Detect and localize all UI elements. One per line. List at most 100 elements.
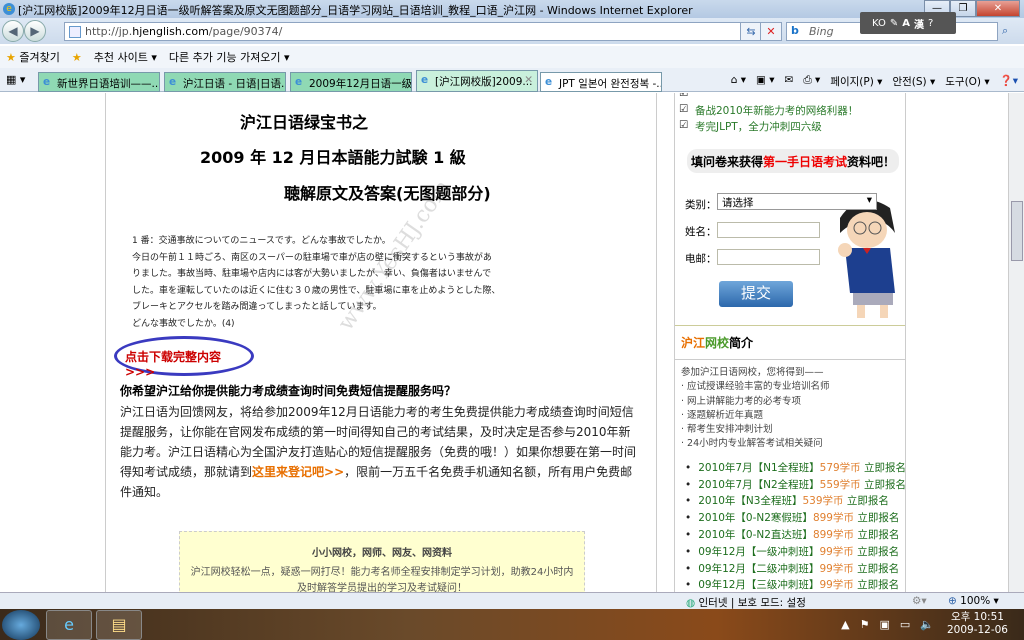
search-icon[interactable]: ⌕	[1002, 24, 1008, 38]
help-icon[interactable]: ?	[928, 18, 933, 29]
enroll-link[interactable]: 立即报名	[847, 495, 889, 507]
tab[interactable]: e 2009年12月日语一级...	[290, 72, 412, 92]
bing-icon: b	[791, 24, 799, 37]
email-label: 电邮：	[685, 253, 717, 265]
get-addons[interactable]: 다른 추가 기능 가져오기 ▾	[169, 49, 290, 65]
page-icon	[69, 26, 81, 38]
tools-menu[interactable]: 도구(O) ▾	[945, 74, 989, 89]
favorites-bar: ★ 즐겨찾기 ★ 추천 사이트 ▾ 다른 추가 기능 가져오기 ▾	[0, 46, 1024, 68]
enroll-link[interactable]: 立即报名	[864, 479, 906, 491]
course-name[interactable]: 2010年7月【N2全程班】	[698, 479, 819, 491]
course-name[interactable]: 09年12月【二级冲刺班】	[698, 563, 819, 575]
category-label: 类别：	[685, 199, 717, 211]
address-bar[interactable]: http://jp.hjenglish.com/page/90374/	[64, 22, 780, 41]
promo-text: 沪江网校轻松一点，疑惑一网打尽！能力考名师全程安排制定学习计划，助教24小时内及…	[190, 567, 574, 593]
article-title-1: 沪江日语绿宝书之	[240, 113, 369, 132]
course-item[interactable]: 2010年7月【N2全程班】559学币 立即报名	[685, 477, 906, 494]
japanese-transcript: 1 番：交通事故についてのニュースです。どんな事故でしたか。 今日の午前１１時ごろ…	[132, 236, 501, 329]
tab-active[interactable]: e [沪江网校版]2009... ✕	[416, 70, 538, 92]
ime-kanji[interactable]: 漢	[914, 16, 924, 31]
feeds-icon[interactable]: ▣ ▾	[756, 74, 775, 89]
clock[interactable]: 오후 10:51 2009-12-06	[947, 611, 1008, 637]
action-center-icon[interactable]: ⚑	[860, 618, 870, 631]
vertical-scrollbar[interactable]	[1008, 93, 1024, 592]
zoom-control[interactable]: ⊕ 100% ▾	[948, 595, 999, 607]
enroll-link[interactable]: 立即报名	[864, 462, 906, 474]
course-item[interactable]: 09年12月【三级冲刺班】99学币 立即报名	[685, 577, 905, 593]
course-name[interactable]: 2010年【0-N2寒假班】	[698, 512, 813, 524]
print-icon[interactable]: ⎙ ▾	[803, 74, 820, 89]
course-price: 579学币	[819, 461, 861, 474]
tab[interactable]: e 沪江日语 - 日语|日语...	[164, 72, 286, 92]
name-input[interactable]	[717, 222, 820, 238]
quick-tabs-icon[interactable]: ▦ ▾	[6, 73, 25, 86]
course-item[interactable]: 2010年【0-N2直达班】899学币 立即报名	[685, 527, 905, 544]
forward-button[interactable]: ▶	[24, 20, 46, 42]
favorites-button[interactable]: ★ 즐겨찾기	[6, 49, 60, 65]
enroll-link[interactable]: 立即报名	[857, 563, 899, 575]
enroll-link[interactable]: 立即报名	[857, 529, 899, 541]
home-icon[interactable]: ⌂ ▾	[731, 74, 746, 89]
course-price: 99学币	[819, 545, 854, 558]
course-item[interactable]: 2010年【0-N2寒假班】899学币 立即报名	[685, 510, 905, 527]
course-item[interactable]: 2010年7月【N1全程班】579学币 立即报名	[685, 460, 906, 477]
close-tab-icon[interactable]: ✕	[524, 74, 533, 86]
submit-button[interactable]: 提交	[719, 281, 793, 307]
course-item[interactable]: 09年12月【二级冲刺班】99学币 立即报名	[685, 561, 905, 578]
intro-heading: 沪江网校简介	[675, 326, 905, 360]
ime-toolbar: KO ✎ A 漢?	[860, 12, 956, 34]
scroll-thumb[interactable]	[1011, 201, 1023, 261]
help-menu-icon[interactable]: ❓▾	[1000, 74, 1018, 89]
ime-lang[interactable]: KO	[872, 18, 886, 29]
close-button[interactable]: ✕	[976, 0, 1020, 17]
checkbox-item: 考完JLPT，全力冲刺四六级	[675, 119, 905, 135]
enroll-link[interactable]: 立即报名	[857, 546, 899, 558]
network-icon[interactable]: ▭	[900, 618, 910, 631]
security-icon[interactable]: ▣	[879, 618, 889, 631]
ime-pen-icon[interactable]: ✎	[890, 18, 898, 29]
taskbar-ie-icon[interactable]: e	[46, 610, 92, 640]
add-favorite-icon[interactable]: ★	[72, 51, 82, 64]
school-intro: 沪江网校简介 参加沪江日语网校，您将得到—— · 应试授课经验丰富的专业培训名师 ·…	[675, 325, 906, 593]
back-button[interactable]: ◀	[2, 20, 24, 42]
url-domain: hjenglish.com	[132, 25, 209, 38]
course-item[interactable]: 2010年【N3全程班】539学币 立即报名	[685, 493, 905, 510]
course-name[interactable]: 2010年【N3全程班】	[698, 495, 802, 507]
start-button[interactable]	[2, 610, 40, 640]
window-title: [沪江网校版]2009年12月日语一级听解答案及原文无图题部分_日语学习网站_日…	[18, 4, 693, 17]
page-menu[interactable]: 페이지(P) ▾	[830, 74, 882, 89]
suggested-sites[interactable]: 추천 사이트 ▾	[94, 49, 157, 65]
checkbox-item: 备战2010年新能力考的网络利器！	[675, 103, 905, 119]
search-placeholder: Bing	[809, 25, 834, 38]
volume-icon[interactable]: 🔈	[920, 618, 934, 631]
enroll-link[interactable]: 立即报名	[857, 512, 899, 524]
enroll-link[interactable]: 立即报名	[857, 579, 899, 591]
zone-status[interactable]: ◍ 인터넷 | 보호 모드: 설정	[686, 595, 806, 610]
refresh-button[interactable]: ⇆	[740, 22, 762, 41]
tab[interactable]: e JPT 일본어 완전정복 -...	[540, 72, 662, 92]
tab[interactable]: e 新世界日语培训——...	[38, 72, 160, 92]
download-link[interactable]: 点击下载完整内容>>>	[114, 336, 254, 379]
popup-icon[interactable]: ⚙▾	[912, 595, 927, 607]
course-item[interactable]: 09年12月【一级冲刺班】99学币 立即报名	[685, 544, 905, 561]
course-name[interactable]: 2010年7月【N1全程班】	[698, 462, 819, 474]
taskbar: e ▤ ▲ ⚑ ▣ ▭ 🔈 오후 10:51 2009-12-06	[0, 609, 1024, 640]
course-price: 539学币	[802, 495, 844, 508]
page-content: www.YesHJ.com 沪江日语绿宝书之 2009 年 12 月日本語能力試…	[0, 93, 1008, 593]
article-title-2: 2009 年 12 月日本語能力試験 1 級	[200, 148, 466, 167]
taskbar-explorer-icon[interactable]: ▤	[96, 610, 142, 640]
star-icon: ★	[6, 51, 16, 64]
category-select[interactable]: 请选择	[717, 193, 877, 210]
system-tray: ▲ ⚑ ▣ ▭ 🔈	[841, 618, 934, 631]
safety-menu[interactable]: 안전(S) ▾	[892, 74, 935, 89]
register-link[interactable]: 这里来登记吧>>	[252, 465, 344, 479]
mail-icon[interactable]: ✉	[785, 74, 794, 89]
email-input[interactable]	[717, 249, 820, 265]
status-bar: ◍ 인터넷 | 보호 모드: 설정 ⚙▾ ⊕ 100% ▾	[0, 592, 1024, 609]
course-name[interactable]: 09年12月【三级冲刺班】	[698, 579, 819, 591]
stop-button[interactable]: ✕	[760, 22, 782, 41]
course-name[interactable]: 09年12月【一级冲刺班】	[698, 546, 819, 558]
ime-a[interactable]: A	[902, 18, 910, 29]
course-name[interactable]: 2010年【0-N2直达班】	[698, 529, 813, 541]
show-hidden-icon[interactable]: ▲	[841, 618, 849, 631]
